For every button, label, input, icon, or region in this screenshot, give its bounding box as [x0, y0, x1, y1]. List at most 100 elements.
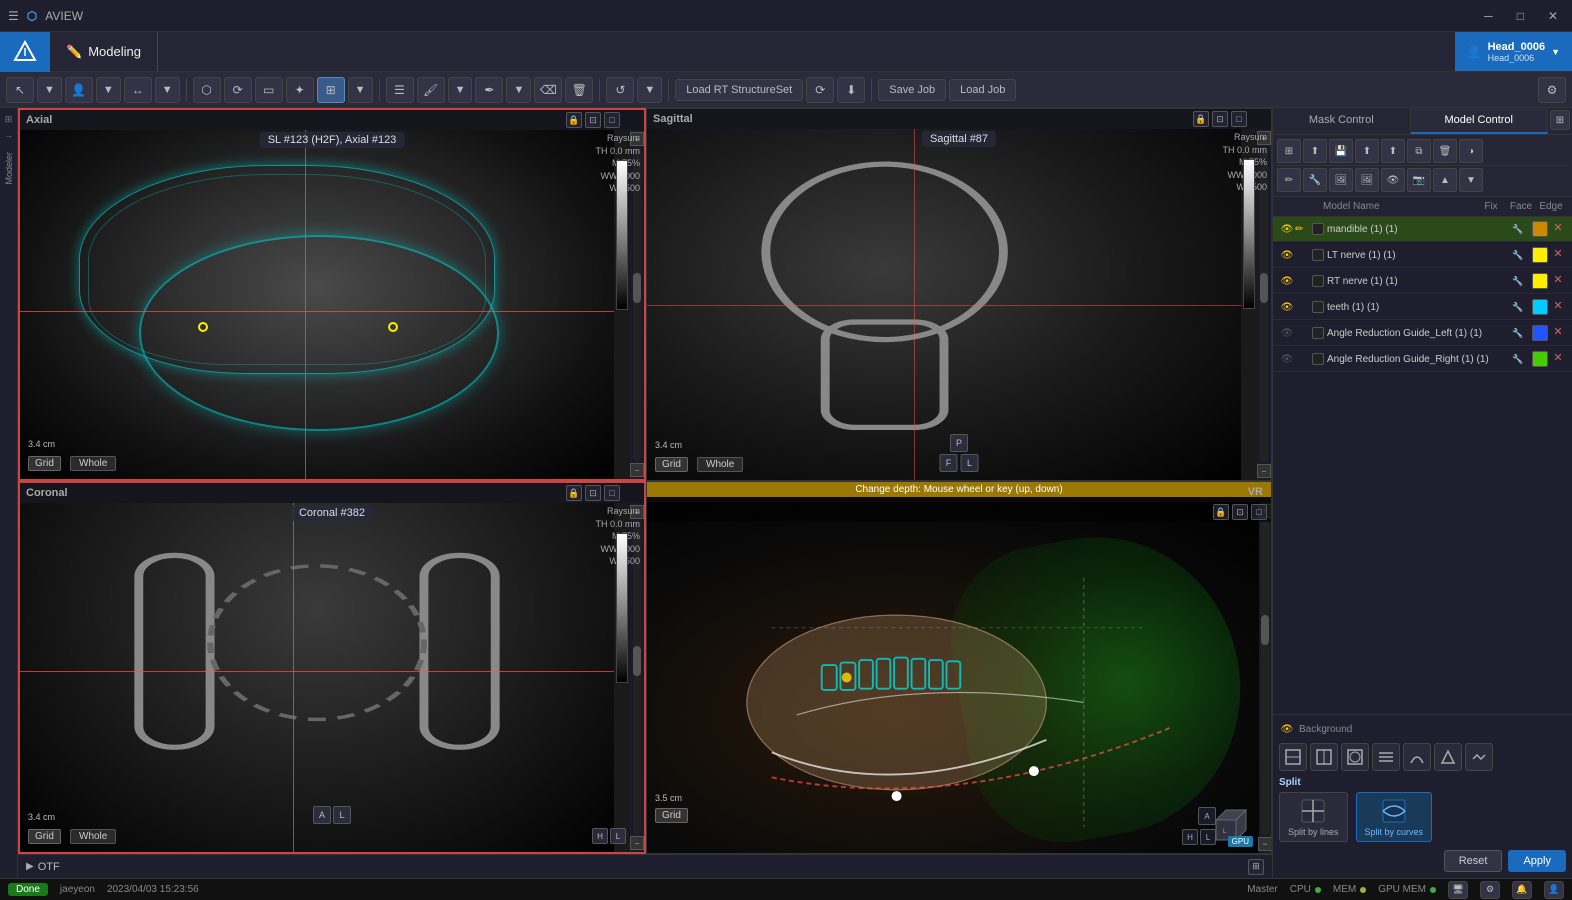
background-eye[interactable]: 👁 — [1279, 721, 1295, 737]
axial-viewport[interactable]: Axial 🔒 ⊡ □ SL #123 (H2F), Axial #123 — [18, 108, 646, 481]
model-tb-edit[interactable]: ✏ — [1277, 168, 1301, 192]
restore-button[interactable]: □ — [1511, 7, 1530, 25]
tool-settings-dropdown[interactable]: ▼ — [637, 77, 662, 103]
model-checkbox-rt-nerve[interactable] — [1312, 275, 1324, 287]
tool-delete[interactable]: 🗑 — [565, 77, 593, 103]
model-item-lt-nerve[interactable]: 👁 LT nerve (1) (1) 🔧 ✕ — [1273, 243, 1572, 268]
tool-sync[interactable]: ⟳ — [224, 77, 252, 103]
vr-orient-h[interactable]: H — [1182, 829, 1198, 845]
model-item-teeth[interactable]: 👁 teeth (1) (1) 🔧 ✕ — [1273, 295, 1572, 320]
coronal-ctrl-lock[interactable]: 🔒 — [566, 485, 582, 501]
tool-pen[interactable]: ✒ — [475, 77, 503, 103]
save-job-button[interactable]: Save Job — [878, 79, 946, 101]
coronal-orient-p2[interactable]: L — [333, 806, 351, 824]
tool-grid4[interactable]: ⊞ — [317, 77, 345, 103]
model-eye-lt-nerve[interactable]: 👁 — [1279, 247, 1295, 263]
model-checkbox-angle-right[interactable] — [1312, 353, 1324, 365]
model-eye-rt-nerve[interactable]: 👁 — [1279, 273, 1295, 289]
model-checkbox-mandible[interactable] — [1312, 223, 1324, 235]
axial-ctrl-lock[interactable]: 🔒 — [566, 112, 582, 128]
coronal-ctrl-copy[interactable]: ⊡ — [585, 485, 601, 501]
split-icon-1[interactable] — [1279, 743, 1307, 771]
model-item-mandible[interactable]: 👁 ✏ mandible (1) (1) 🔧 ✕ — [1273, 217, 1572, 242]
user-panel[interactable]: 👤 Head_0006 Head_0006 ▼ — [1455, 32, 1572, 71]
model-eye-angle-left[interactable]: 👁 — [1279, 325, 1295, 341]
model-delete-lt-nerve[interactable]: ✕ — [1550, 247, 1566, 263]
sagittal-ctrl-copy[interactable]: ⊡ — [1212, 111, 1228, 127]
load-rt-button[interactable]: Load RT StructureSet — [675, 79, 803, 101]
split-by-curves-button[interactable]: Split by curves — [1356, 792, 1433, 842]
tool-list[interactable]: ☰ — [386, 77, 414, 103]
model-tb-upload[interactable]: ⬆ — [1355, 139, 1379, 163]
tool-eraser[interactable]: ⌫ — [534, 77, 562, 103]
model-delete-mandible[interactable]: ✕ — [1550, 221, 1566, 237]
axial-ctrl-copy[interactable]: ⊡ — [585, 112, 601, 128]
model-eye-mandible[interactable]: 👁 — [1279, 221, 1295, 237]
model-item-rt-nerve[interactable]: 👁 RT nerve (1) (1) 🔧 ✕ — [1273, 269, 1572, 294]
tool-pen-dropdown[interactable]: ▼ — [506, 77, 531, 103]
side-icon-arrow[interactable]: → — [2, 128, 16, 142]
vr-ctrl-expand[interactable]: □ — [1251, 504, 1267, 520]
model-tb-copy[interactable]: ⧉ — [1407, 139, 1431, 163]
model-tb-tri-up[interactable]: ▲ — [1433, 168, 1457, 192]
model-tb-camera[interactable]: 📷 — [1407, 168, 1431, 192]
status-user-icon[interactable]: 👤 — [1544, 881, 1564, 899]
panel-expand-btn[interactable]: ⊞ — [1550, 110, 1570, 130]
sagittal-grid-button[interactable]: Grid — [655, 457, 688, 472]
model-item-angle-left[interactable]: 👁 Angle Reduction Guide_Left (1) (1) 🔧 ✕ — [1273, 321, 1572, 346]
coronal-scroll-down[interactable]: − — [630, 836, 644, 850]
model-delete-angle-right[interactable]: ✕ — [1550, 351, 1566, 367]
vr-viewport[interactable]: Change depth: Mouse wheel or key (up, do… — [646, 481, 1272, 854]
model-tb-trash[interactable]: 🗑 — [1433, 139, 1457, 163]
tool-refresh[interactable]: ↺ — [606, 77, 634, 103]
model-tb-tri-down[interactable]: ▼ — [1459, 168, 1483, 192]
split-icon-3[interactable] — [1341, 743, 1369, 771]
status-bell[interactable]: 🔔 — [1512, 881, 1532, 899]
axial-ctrl-expand[interactable]: □ — [604, 112, 620, 128]
vr-scroll-down[interactable]: − — [1258, 837, 1272, 851]
minimize-button[interactable]: ─ — [1478, 7, 1499, 25]
side-icon-grid[interactable]: ⊞ — [2, 112, 16, 126]
tool-user[interactable]: 👤 — [65, 77, 93, 103]
tool-rect[interactable]: ▭ — [255, 77, 283, 103]
model-tb-image2[interactable]: 🖼 — [1355, 168, 1379, 192]
model-fix-angle-right[interactable]: 🔧 — [1506, 354, 1530, 365]
close-button[interactable]: ✕ — [1542, 7, 1564, 25]
coronal-whole-button[interactable]: Whole — [70, 829, 116, 844]
split-icon-5[interactable] — [1403, 743, 1431, 771]
tool-move-dropdown[interactable]: ▼ — [155, 77, 180, 103]
model-fix-angle-left[interactable]: 🔧 — [1506, 328, 1530, 339]
axial-whole-button[interactable]: Whole — [70, 456, 116, 471]
coronal-orient-h[interactable]: H — [592, 828, 608, 844]
tab-mask-control[interactable]: Mask Control — [1273, 108, 1411, 134]
apply-button[interactable]: Apply — [1508, 850, 1566, 872]
status-settings[interactable]: ⚙ — [1480, 881, 1500, 899]
model-fix-lt-nerve[interactable]: 🔧 — [1506, 250, 1530, 261]
tool-grid4-dropdown[interactable]: ▼ — [348, 77, 373, 103]
vr-ctrl-lock[interactable]: 🔒 — [1213, 504, 1229, 520]
split-by-lines-button[interactable]: Split by lines — [1279, 792, 1348, 842]
tool-download[interactable]: ⬇ — [837, 77, 865, 103]
vr-scrollbar[interactable]: + − — [1259, 502, 1271, 853]
model-fix-rt-nerve[interactable]: 🔧 — [1506, 276, 1530, 287]
tool-star[interactable]: ✦ — [286, 77, 314, 103]
model-tb-view[interactable]: 👁 — [1381, 168, 1405, 192]
split-icon-2[interactable] — [1310, 743, 1338, 771]
sagittal-orient-p[interactable]: P — [950, 434, 968, 452]
tool-settings[interactable]: ⚙ — [1538, 77, 1566, 103]
split-icon-6[interactable] — [1434, 743, 1462, 771]
tool-brush-dropdown[interactable]: ▼ — [448, 77, 473, 103]
model-checkbox-teeth[interactable] — [1312, 301, 1324, 313]
tool-brush[interactable]: 🖌 — [417, 77, 445, 103]
vr-grid-button[interactable]: Grid — [655, 808, 688, 823]
model-fix-teeth[interactable]: 🔧 — [1506, 302, 1530, 313]
axial-grid-button[interactable]: Grid — [28, 456, 61, 471]
sagittal-ctrl-lock[interactable]: 🔒 — [1193, 111, 1209, 127]
tool-user-dropdown[interactable]: ▼ — [96, 77, 121, 103]
tool-3d[interactable]: ⬡ — [193, 77, 221, 103]
model-tb-image[interactable]: 🖼 — [1329, 168, 1353, 192]
reset-button[interactable]: Reset — [1444, 850, 1503, 872]
model-pencil-mandible[interactable]: ✏ — [1295, 224, 1309, 235]
tool-refresh2[interactable]: ⟳ — [806, 77, 834, 103]
modeler-label[interactable]: Modeler — [4, 152, 14, 185]
